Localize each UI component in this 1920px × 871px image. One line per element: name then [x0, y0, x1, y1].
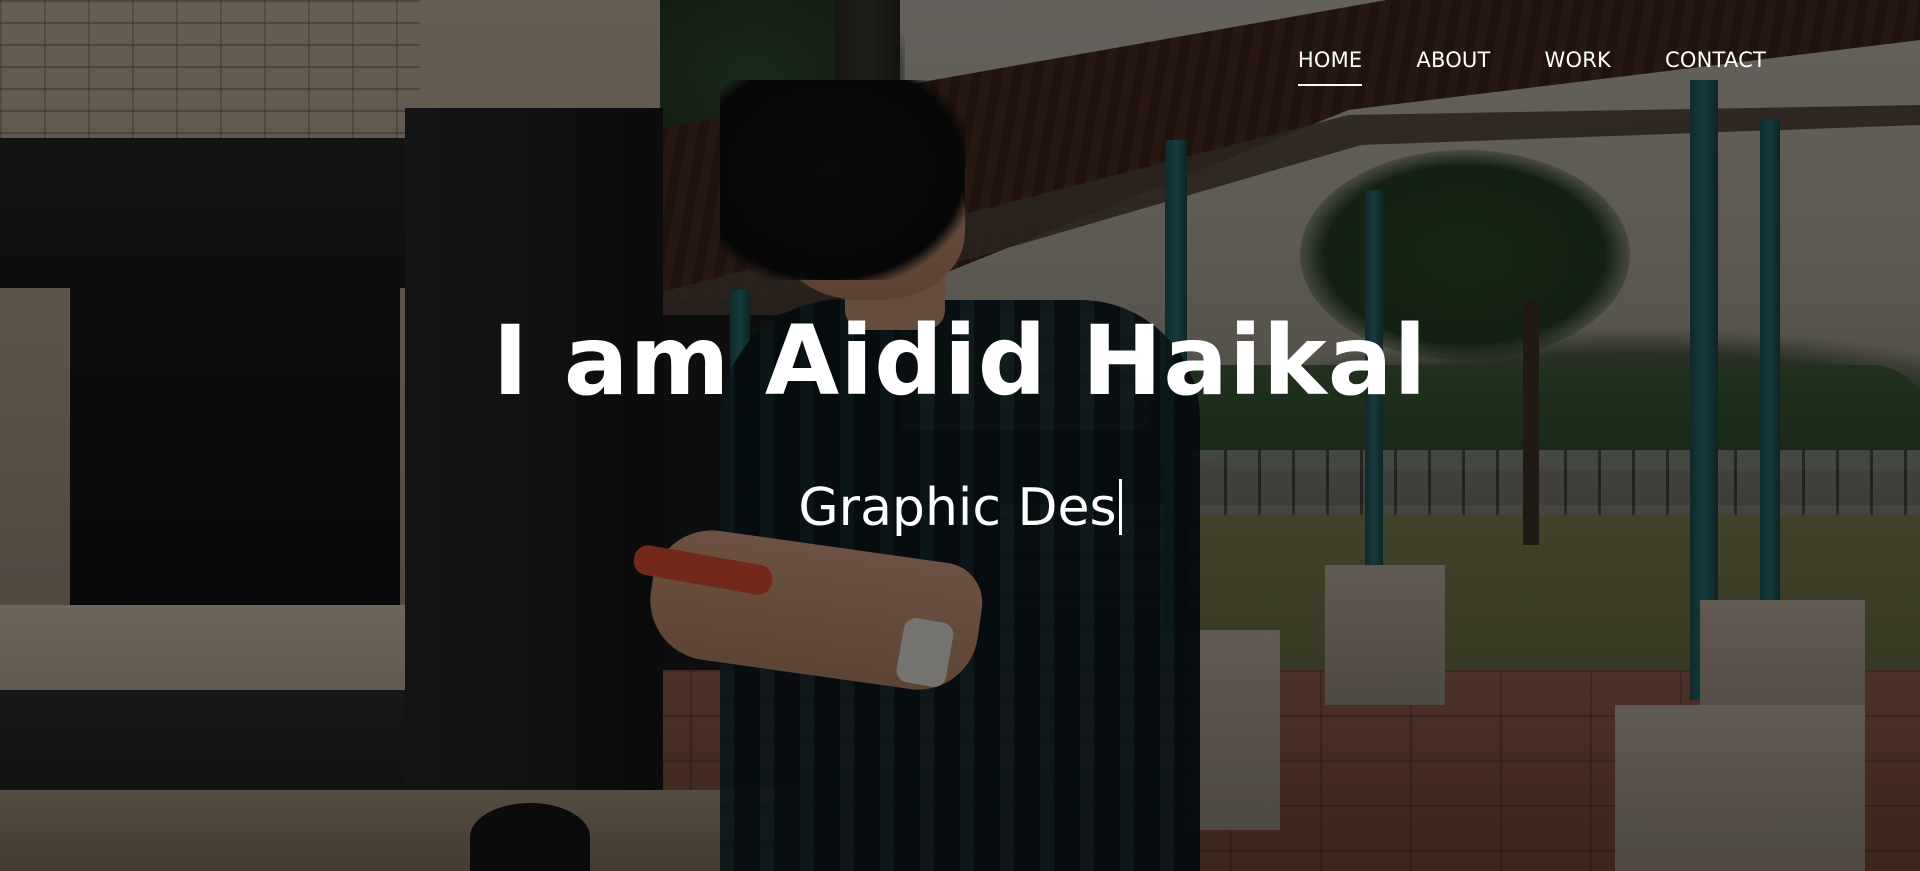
typed-text: Graphic Des [798, 478, 1117, 538]
nav-contact-link[interactable]: CONTACT [1665, 48, 1766, 80]
nav-work-link[interactable]: WORK [1545, 48, 1611, 80]
typing-cursor [1118, 479, 1122, 535]
nav-about-link[interactable]: ABOUT [1416, 48, 1490, 80]
hero-title: I am Aidid Haikal [492, 305, 1428, 417]
hero-subtitle: Graphic Des [0, 478, 1920, 538]
hero-dark-overlay [0, 0, 1920, 871]
nav-home-link[interactable]: HOME [1297, 48, 1363, 86]
hero-section: HOME ABOUT WORK CONTACT I am Aidid Haika… [0, 0, 1920, 871]
main-nav: HOME ABOUT WORK CONTACT [1297, 48, 1766, 86]
